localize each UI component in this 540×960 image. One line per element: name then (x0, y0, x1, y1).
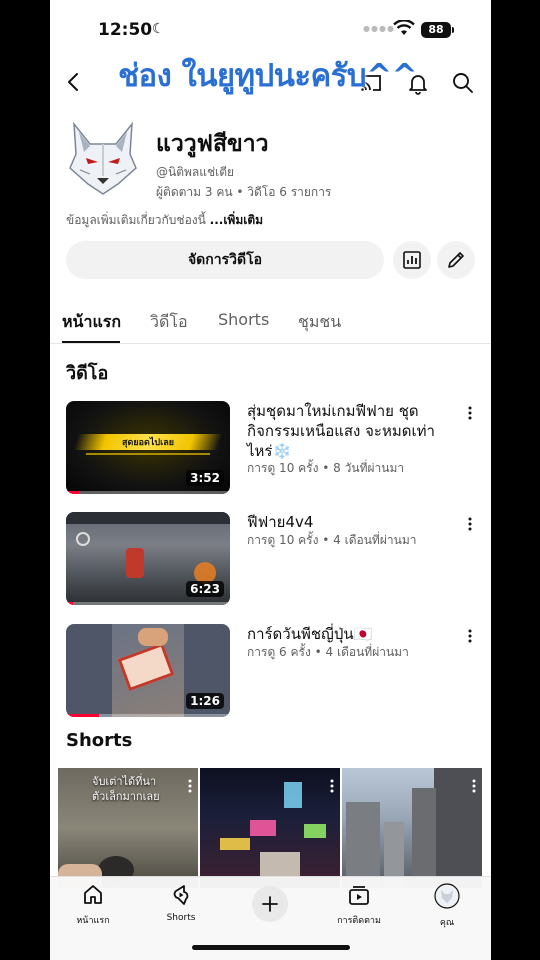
plus-icon (262, 896, 278, 912)
video-thumbnail[interactable]: 1:26 (66, 624, 230, 717)
create-button[interactable] (252, 886, 288, 922)
more-vertical-icon (188, 779, 192, 793)
nav-subscriptions[interactable]: การติดตาม (324, 883, 394, 927)
video-title[interactable]: ฟีฟาย4v4 (247, 512, 452, 532)
watch-progress-bar (66, 602, 230, 605)
home-indicator (192, 945, 350, 950)
battery-indicator: 88 (421, 22, 451, 38)
video-item[interactable]: 1:26 การ์ดวันพีชญี่ปุ่น🇯🇵 การดู 6 ครั้ง … (66, 624, 476, 718)
analytics-button[interactable] (393, 241, 431, 279)
signal-icon: ●●●● (363, 24, 395, 33)
edit-channel-button[interactable] (437, 241, 475, 279)
phone-screen: 12:50 ☾ ●●●● 88 ช่อง ในยูทูปนะครับ^^ แวว… (50, 0, 491, 960)
home-icon (84, 885, 102, 904)
channel-name: แววูฟสีขาว (156, 131, 269, 157)
shorts-icon (173, 885, 189, 905)
more-vertical-icon (330, 779, 334, 793)
video-meta: การดู 6 ครั้ง • 4 เดือนที่ผ่านมา (247, 645, 409, 659)
shorts-section-title: Shorts (66, 730, 133, 751)
video-duration: 6:23 (186, 581, 224, 597)
watch-progress-bar (66, 714, 230, 717)
more-vertical-icon (472, 779, 476, 793)
channel-stats: ผู้ติดตาม 3 คน • วิดีโอ 6 รายการ (156, 185, 332, 199)
video-duration: 3:52 (186, 470, 224, 486)
short-caption: จับเต่าได้ที่นาตัวเล็กมากเลย (92, 774, 160, 804)
thumbnail-text: สุดยอดไปเลย (122, 438, 174, 448)
videos-section-title: วิดีโอ (66, 363, 109, 384)
nav-home[interactable]: หน้าแรก (58, 883, 128, 927)
short-menu-button[interactable] (188, 778, 192, 797)
overlay-caption: ช่อง ในยูทูปนะครับ^^ (118, 58, 418, 94)
short-item[interactable] (200, 768, 340, 888)
white-wolf-logo (69, 121, 137, 195)
manage-videos-button[interactable]: จัดการวิดีโอ (66, 241, 384, 279)
video-meta: การดู 10 ครั้ง • 4 เดือนที่ผ่านมา (247, 533, 417, 547)
nav-shorts[interactable]: Shorts (146, 883, 216, 923)
back-arrow-icon (68, 73, 78, 91)
short-menu-button[interactable] (330, 778, 334, 797)
search-icon (453, 73, 473, 93)
video-item[interactable]: สุดยอดไปเลย 3:52 สุ่มชุดมาใหม่เกมฟีฟาย ช… (66, 401, 476, 495)
tab-community[interactable]: ชุมชน (298, 310, 341, 335)
video-duration: 1:26 (186, 693, 224, 709)
about-text: ข้อมูลเพิ่มเติมเกี่ยวกับช่องนี้ (66, 213, 210, 227)
shorts-shelf: จับเต่าได้ที่นาตัวเล็กมากเลย (58, 768, 483, 888)
video-menu-button[interactable] (463, 403, 477, 423)
tab-home[interactable]: หน้าแรก (62, 310, 121, 335)
nav-you-label: คุณ (439, 918, 455, 928)
back-button[interactable] (60, 68, 88, 96)
status-time: 12:50 (98, 20, 153, 40)
moon-icon: ☾ (152, 21, 165, 37)
short-caption-line-1: จับเต่าได้ที่นา (92, 775, 157, 788)
short-menu-button[interactable] (472, 778, 476, 797)
video-thumbnail[interactable]: 6:23 (66, 512, 230, 605)
watch-progress-bar (66, 491, 230, 494)
video-title[interactable]: การ์ดวันพีชญี่ปุ่น🇯🇵 (247, 624, 452, 644)
video-meta: การดู 10 ครั้ง • 8 วันที่ผ่านมา (247, 461, 405, 475)
nav-home-label: หน้าแรก (76, 916, 110, 926)
more-vertical-icon (468, 517, 472, 531)
video-menu-button[interactable] (463, 626, 477, 646)
wifi-icon (393, 19, 415, 40)
short-item[interactable]: จับเต่าได้ที่นาตัวเล็กมากเลย (58, 768, 198, 888)
nav-shorts-label: Shorts (166, 913, 196, 923)
video-item[interactable]: 6:23 ฟีฟาย4v4 การดู 10 ครั้ง • 4 เดือนที… (66, 512, 476, 606)
analytics-icon (403, 251, 421, 269)
about-more-link[interactable]: ...เพิ่มเติม (210, 213, 263, 227)
short-caption-line-2: ตัวเล็กมากเลย (92, 790, 160, 803)
tab-shorts[interactable]: Shorts (218, 310, 269, 329)
video-title[interactable]: สุ่มชุดมาใหม่เกมฟีฟาย ชุดกิจกรรมเหนือแสง… (247, 401, 452, 461)
nav-you[interactable]: คุณ (412, 883, 482, 929)
nav-subscriptions-label: การติดตาม (337, 916, 381, 926)
profile-avatar-icon (434, 883, 460, 909)
tab-videos[interactable]: วิดีโอ (150, 310, 188, 335)
more-vertical-icon (468, 406, 472, 420)
short-item[interactable] (342, 768, 482, 888)
search-button[interactable] (450, 70, 476, 96)
channel-handle: @นิติพลแช่เตีย (156, 165, 235, 179)
active-tab-indicator (62, 341, 120, 343)
channel-about[interactable]: ข้อมูลเพิ่มเติมเกี่ยวกับช่องนี้ ...เพิ่ม… (66, 211, 263, 230)
battery-cap (452, 27, 454, 33)
pencil-icon (448, 252, 464, 268)
video-thumbnail[interactable]: สุดยอดไปเลย 3:52 (66, 401, 230, 494)
channel-avatar[interactable] (66, 120, 140, 196)
more-vertical-icon (468, 629, 472, 643)
video-menu-button[interactable] (463, 514, 477, 534)
channel-tabs: หน้าแรก วิดีโอ Shorts ชุมชน (50, 300, 491, 344)
subscriptions-icon (349, 886, 369, 905)
